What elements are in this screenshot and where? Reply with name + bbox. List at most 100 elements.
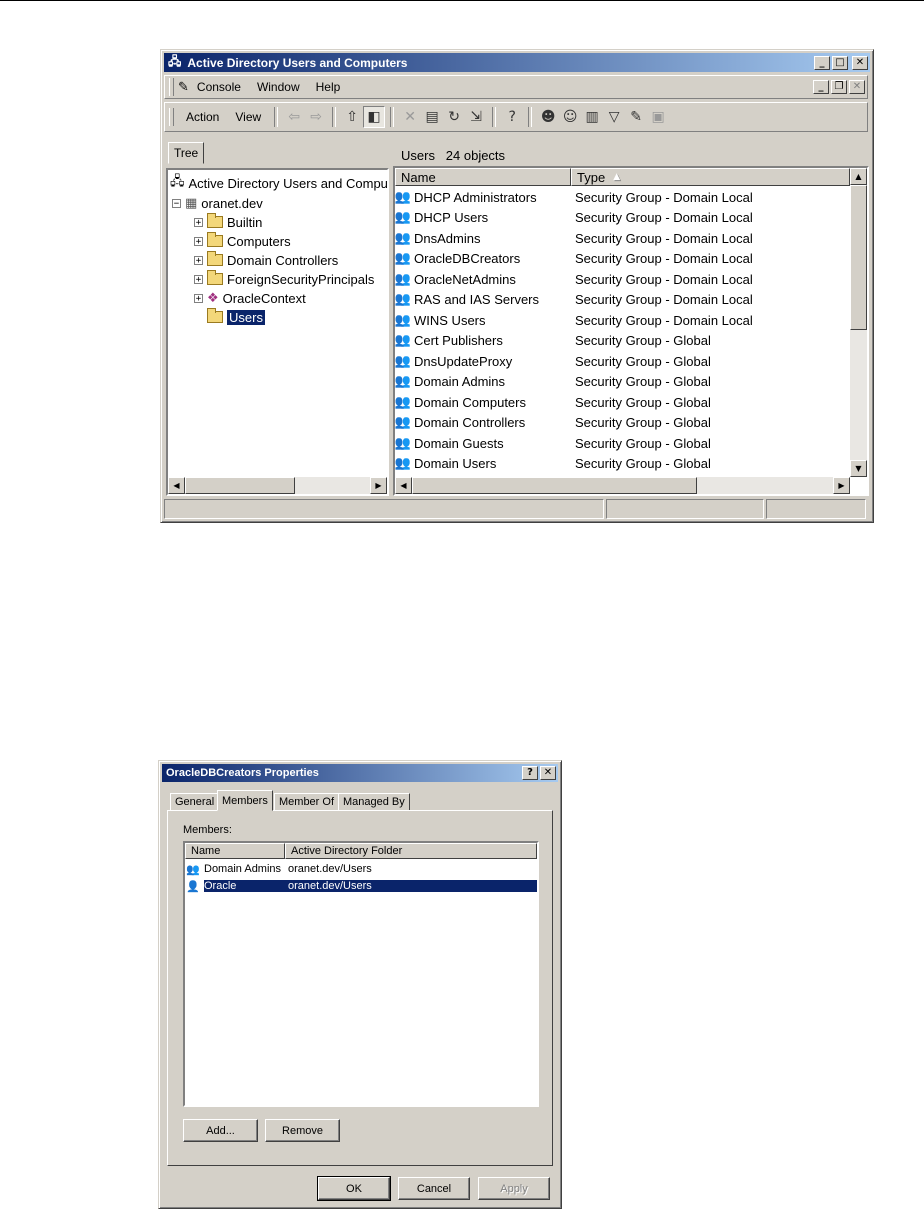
scroll-thumb[interactable] bbox=[412, 477, 697, 494]
forward-arrow-icon[interactable]: ⇨ bbox=[305, 106, 327, 128]
delete-icon[interactable]: ✕ bbox=[399, 106, 421, 128]
child-close-button[interactable]: ✕ bbox=[849, 80, 865, 94]
apply-button[interactable]: Apply bbox=[478, 1177, 550, 1200]
scroll-thumb[interactable] bbox=[185, 477, 295, 494]
scroll-left-button[interactable]: ◀ bbox=[168, 477, 185, 494]
table-row[interactable]: 👥 Domain Computers Security Group - Global bbox=[395, 392, 711, 412]
minimize-button[interactable]: _ bbox=[814, 55, 830, 70]
member-name: Domain Admins bbox=[204, 863, 282, 875]
refresh-icon[interactable]: ↻ bbox=[443, 106, 465, 128]
child-restore-button[interactable]: ❐ bbox=[831, 80, 847, 94]
remove-member-button[interactable]: Remove bbox=[265, 1119, 340, 1142]
child-minimize-button[interactable]: _ bbox=[813, 80, 829, 94]
member-folder: oranet.dev/Users bbox=[288, 863, 372, 875]
new-user-icon[interactable]: ☻ bbox=[537, 106, 559, 128]
expand-icon[interactable]: + bbox=[194, 217, 203, 227]
cancel-button[interactable]: Cancel bbox=[398, 1177, 470, 1200]
status-panel bbox=[164, 499, 604, 519]
show-tree-icon[interactable]: ◧ bbox=[363, 106, 386, 128]
export-list-icon[interactable]: ⇲ bbox=[465, 106, 487, 128]
ok-button[interactable]: OK bbox=[317, 1176, 391, 1201]
tab-members[interactable]: Members bbox=[217, 790, 273, 811]
menu-console[interactable]: Console bbox=[189, 80, 249, 94]
expand-icon[interactable]: + bbox=[194, 236, 203, 246]
scroll-thumb[interactable] bbox=[850, 185, 867, 330]
tree-item-builtin[interactable]: + Builtin bbox=[194, 213, 262, 231]
tree-item-label: Computers bbox=[227, 233, 291, 249]
table-row[interactable]: 👥 Domain Guests Security Group - Global bbox=[395, 433, 711, 453]
menu-action[interactable]: Action bbox=[178, 110, 227, 124]
ad-window-titlebar[interactable]: 🖧 Active Directory Users and Computers _… bbox=[164, 53, 870, 72]
column-header-name[interactable]: Name bbox=[185, 843, 285, 859]
up-folder-icon[interactable]: ⇧ bbox=[341, 106, 363, 128]
filter-icon[interactable]: ▽ bbox=[603, 106, 625, 128]
tree-item-computers[interactable]: + Computers bbox=[194, 232, 291, 250]
tree-domain[interactable]: − ▦ oranet.dev bbox=[172, 194, 263, 212]
group-name: OracleNetAdmins bbox=[414, 271, 516, 287]
dialog-titlebar[interactable]: OracleDBCreators Properties ? ✕ bbox=[162, 764, 558, 782]
group-name: DHCP Administrators bbox=[414, 189, 537, 205]
menu-help[interactable]: Help bbox=[308, 80, 349, 94]
column-header-type[interactable]: Type ▲ bbox=[571, 168, 850, 186]
properties-icon[interactable]: ▤ bbox=[421, 106, 443, 128]
tab-tree[interactable]: Tree bbox=[168, 142, 205, 164]
add-member-button-label: Add... bbox=[206, 1124, 235, 1137]
scroll-up-button[interactable]: ▲ bbox=[850, 168, 867, 185]
group-type: Security Group - Global bbox=[575, 456, 711, 471]
close-button[interactable]: ✕ bbox=[852, 55, 868, 70]
scroll-right-button[interactable]: ▶ bbox=[833, 477, 850, 494]
member-row[interactable]: 👥 Domain Admins oranet.dev/Users bbox=[185, 861, 537, 877]
table-row[interactable]: 👥 RAS and IAS Servers Security Group - Dom… bbox=[395, 290, 753, 310]
scroll-left-button[interactable]: ◀ bbox=[395, 477, 412, 494]
help-icon[interactable]: ? bbox=[501, 106, 523, 128]
back-arrow-icon[interactable]: ⇦ bbox=[283, 106, 305, 128]
expand-icon[interactable]: + bbox=[194, 293, 203, 303]
collapse-icon[interactable]: − bbox=[172, 198, 181, 208]
tree-item-domain-controllers[interactable]: + Domain Controllers bbox=[194, 251, 338, 269]
scroll-right-button[interactable]: ▶ bbox=[370, 477, 387, 494]
list-vertical-scrollbar[interactable]: ▲ ▼ bbox=[850, 168, 867, 477]
tree-horizontal-scrollbar[interactable]: ◀ ▶ bbox=[168, 477, 387, 494]
tree-item-oracle-context[interactable]: + ❖ OracleContext bbox=[194, 289, 306, 307]
security-group-icon: 👥 bbox=[395, 251, 412, 266]
help-button[interactable]: ? bbox=[522, 766, 538, 780]
new-group-icon[interactable]: ☺ bbox=[559, 106, 581, 128]
table-row[interactable]: 👥 Domain Users Security Group - Global bbox=[395, 454, 711, 474]
list-horizontal-scrollbar[interactable]: ◀ ▶ bbox=[395, 477, 850, 494]
scroll-down-button[interactable]: ▼ bbox=[850, 460, 867, 477]
column-header-name[interactable]: Name bbox=[395, 168, 571, 186]
table-row[interactable]: 👥 OracleDBCreators Security Group - Domain… bbox=[395, 249, 753, 269]
column-header-folder[interactable]: Active Directory Folder bbox=[285, 843, 537, 859]
expand-icon[interactable]: + bbox=[194, 255, 203, 265]
menu-view[interactable]: View bbox=[227, 110, 269, 124]
group-name: RAS and IAS Servers bbox=[414, 292, 539, 307]
table-row[interactable]: 👥 OracleNetAdmins Security Group - Domain … bbox=[395, 269, 753, 289]
table-row[interactable]: 👥 DnsUpdateProxy Security Group - Global bbox=[395, 351, 711, 371]
tab-managed-by[interactable]: Managed By bbox=[338, 793, 410, 811]
new-ou-icon[interactable]: ▥ bbox=[581, 106, 603, 128]
member-row[interactable]: 👤 Oracle oranet.dev/Users bbox=[185, 878, 537, 894]
add-member-button[interactable]: Add... bbox=[183, 1119, 258, 1142]
tab-general[interactable]: General bbox=[170, 793, 220, 811]
tree-item-users[interactable]: Users bbox=[207, 308, 266, 326]
add-to-group-icon[interactable]: ▣ bbox=[647, 106, 669, 128]
security-group-icon: 👥 bbox=[395, 292, 412, 307]
apply-button-label: Apply bbox=[500, 1182, 528, 1195]
remove-member-button-label: Remove bbox=[282, 1124, 323, 1137]
tree-root[interactable]: 🖧 Active Directory Users and Compu bbox=[170, 174, 388, 192]
menu-window[interactable]: Window bbox=[249, 80, 308, 94]
expand-icon[interactable]: + bbox=[194, 274, 203, 284]
table-row[interactable]: 👥 DnsAdmins Security Group - Domain Local bbox=[395, 228, 753, 248]
dialog-close-button[interactable]: ✕ bbox=[540, 766, 556, 780]
table-row[interactable]: 👥 Domain Controllers Security Group - Glob… bbox=[395, 413, 711, 433]
table-row[interactable]: 👥 Cert Publishers Security Group - Global bbox=[395, 331, 711, 351]
tree-item-foreign-security-principals[interactable]: + ForeignSecurityPrincipals bbox=[194, 270, 374, 288]
table-row[interactable]: 👥 Domain Admins Security Group - Global bbox=[395, 372, 711, 392]
table-row[interactable]: 👥 WINS Users Security Group - Domain Local bbox=[395, 310, 753, 330]
table-row[interactable]: 👥 DHCP Users Security Group - Domain Local bbox=[395, 208, 753, 228]
maximize-button[interactable]: □ bbox=[832, 55, 848, 70]
find-icon[interactable]: ✎ bbox=[625, 106, 647, 128]
domain-icon: ▦ bbox=[185, 195, 198, 211]
table-row[interactable]: 👥 DHCP Administrators Security Group - Dom… bbox=[395, 187, 753, 207]
tab-member-of[interactable]: Member Of bbox=[274, 793, 340, 811]
